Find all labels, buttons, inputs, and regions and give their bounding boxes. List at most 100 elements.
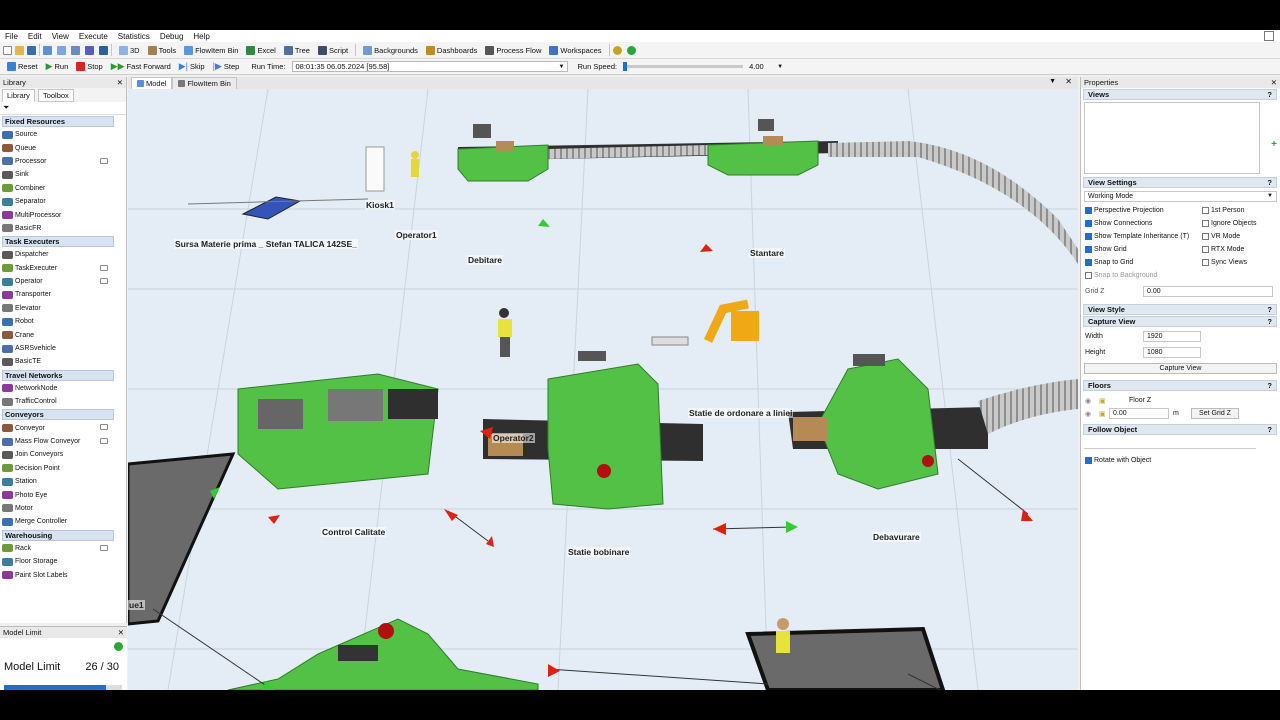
expand-toggle-icon[interactable] bbox=[100, 277, 108, 284]
library-item[interactable]: ASRSvehicle bbox=[0, 342, 126, 355]
run-speed-knob[interactable] bbox=[623, 62, 628, 71]
floors-section[interactable]: Floors? bbox=[1083, 380, 1277, 391]
view-option-row[interactable]: VR Mode bbox=[1198, 230, 1275, 243]
machine-stantare[interactable] bbox=[707, 119, 819, 176]
width-input[interactable]: 1920 bbox=[1143, 331, 1201, 342]
menu-debug[interactable]: Debug bbox=[155, 32, 189, 41]
roller-conveyor-2[interactable] bbox=[978, 379, 1078, 434]
library-item[interactable]: TrafficControl bbox=[0, 395, 126, 408]
library-section-header[interactable]: Travel Networks bbox=[2, 369, 114, 381]
tb-flowitem-bin-button[interactable]: FlowItem Bin bbox=[180, 43, 242, 57]
view-option-checkbox[interactable] bbox=[1085, 207, 1092, 214]
add-view-icon[interactable]: + bbox=[1271, 139, 1277, 150]
view-option-row[interactable]: RTX Mode bbox=[1198, 243, 1275, 256]
library-item[interactable]: Crane bbox=[0, 328, 126, 341]
help-icon[interactable]: ? bbox=[1267, 381, 1272, 390]
fast-forward-button[interactable]: ▶▶ Fast Forward bbox=[107, 60, 175, 74]
help-icon[interactable] bbox=[626, 45, 636, 55]
tab-model[interactable]: Model bbox=[131, 77, 173, 89]
menu-execute[interactable]: Execute bbox=[74, 32, 113, 41]
step-button[interactable]: |▶ Step bbox=[209, 60, 244, 74]
run-speed-slider[interactable] bbox=[623, 62, 744, 71]
tb-script-button[interactable]: Script bbox=[314, 43, 352, 57]
view-style-section[interactable]: View Style? bbox=[1083, 304, 1277, 315]
chevron-down-icon[interactable]: ▼ bbox=[1267, 192, 1273, 201]
floor-z-input[interactable]: 0.00 bbox=[1109, 408, 1169, 419]
library-section-header[interactable]: Warehousing bbox=[2, 529, 114, 541]
library-section-header[interactable]: Conveyors bbox=[2, 409, 114, 421]
menu-help[interactable]: Help bbox=[188, 32, 214, 41]
grid-z-input[interactable]: 0.00 bbox=[1143, 286, 1273, 297]
library-item[interactable]: Combiner bbox=[0, 182, 126, 195]
library-item[interactable]: Transporter bbox=[0, 288, 126, 301]
library-item[interactable]: Sink bbox=[0, 168, 126, 181]
create-object-icon[interactable] bbox=[85, 45, 94, 55]
chevron-down-icon[interactable]: ▼ bbox=[559, 62, 565, 72]
machine-control-calitate[interactable] bbox=[237, 373, 439, 490]
view-option-row[interactable]: 1st Person bbox=[1198, 204, 1275, 217]
rotate-with-object-row[interactable]: Rotate with Object bbox=[1081, 454, 1280, 467]
tb-excel-button[interactable]: Excel bbox=[242, 43, 279, 57]
close-icon[interactable]: ✕ bbox=[1065, 77, 1072, 86]
view-option-checkbox[interactable] bbox=[1202, 259, 1209, 266]
gear-icon[interactable] bbox=[612, 45, 622, 55]
3d-scene[interactable]: Kiosk1 Operator1 Sursa Materie prima _ S… bbox=[128, 89, 1078, 690]
run-time-field[interactable]: 08:01:35 06.05.2024 [95.58] ▼ bbox=[291, 61, 568, 72]
lock-icon[interactable]: ▣ bbox=[1099, 410, 1109, 418]
view-option-checkbox[interactable] bbox=[1085, 246, 1092, 253]
expand-toggle-icon[interactable] bbox=[100, 264, 108, 271]
library-item[interactable]: Rack bbox=[0, 542, 126, 555]
view-option-checkbox[interactable] bbox=[1202, 233, 1209, 240]
library-item[interactable]: MultiProcessor bbox=[0, 208, 126, 221]
view-option-row[interactable]: Ignore Objects bbox=[1198, 217, 1275, 230]
link-mode-icon[interactable] bbox=[71, 45, 80, 55]
library-item[interactable]: Join Conveyors bbox=[0, 448, 126, 461]
tb-3d-button[interactable]: 3D bbox=[115, 43, 144, 57]
capture-view-section[interactable]: Capture View? bbox=[1083, 316, 1277, 327]
view-option-checkbox[interactable] bbox=[1202, 207, 1209, 214]
speed-dropdown-icon[interactable]: ▼ bbox=[777, 64, 783, 70]
reset-button[interactable]: Reset bbox=[3, 60, 42, 74]
library-item[interactable]: Separator bbox=[0, 195, 126, 208]
machine-statie-bobinare[interactable] bbox=[547, 351, 664, 510]
skip-button[interactable]: ▶| Skip bbox=[175, 60, 209, 74]
edit-selected-icon[interactable] bbox=[99, 45, 108, 55]
library-item[interactable]: BasicFR bbox=[0, 222, 126, 235]
library-item[interactable]: Floor Storage bbox=[0, 555, 126, 568]
machine-debitare[interactable] bbox=[457, 124, 549, 182]
kiosk-object[interactable] bbox=[365, 146, 385, 192]
tabs-dropdown-icon[interactable]: ▼ bbox=[1049, 78, 1056, 85]
view-option-row[interactable]: Perspective Projection bbox=[1081, 204, 1198, 217]
tab-toolbox[interactable]: Toolbox bbox=[37, 88, 74, 102]
robot-arm[interactable] bbox=[651, 299, 759, 346]
library-item[interactable]: Merge Controller bbox=[0, 515, 126, 528]
operator2-object[interactable] bbox=[499, 308, 509, 318]
view-settings-section[interactable]: View Settings? bbox=[1083, 177, 1277, 188]
view-option-row[interactable]: Show Template Inheritance (T) bbox=[1081, 230, 1198, 243]
library-item[interactable]: Dispatcher bbox=[0, 248, 126, 261]
queue-object-left[interactable] bbox=[128, 452, 236, 626]
expand-toggle-icon[interactable] bbox=[100, 424, 108, 431]
tab-flowitem-bin[interactable]: FlowItem Bin bbox=[172, 77, 237, 89]
height-input[interactable]: 1080 bbox=[1143, 347, 1201, 358]
machine-bottom[interactable] bbox=[227, 618, 539, 690]
expand-toggle-icon[interactable] bbox=[100, 437, 108, 444]
view-option-checkbox[interactable] bbox=[1085, 220, 1092, 227]
floor-row[interactable]: ◉ ▣ Floor Z bbox=[1081, 394, 1280, 407]
library-item[interactable]: Decision Point bbox=[0, 462, 126, 475]
library-item[interactable]: Station bbox=[0, 475, 126, 488]
snap-background-row[interactable]: Snap to Background bbox=[1081, 269, 1280, 282]
help-icon[interactable]: ? bbox=[1267, 90, 1272, 99]
help-icon[interactable]: ? bbox=[1267, 305, 1272, 314]
tab-library[interactable]: Library bbox=[2, 88, 35, 102]
menu-view[interactable]: View bbox=[47, 32, 74, 41]
eye-icon[interactable]: ◉ bbox=[1085, 410, 1099, 418]
open-folder-icon[interactable] bbox=[15, 45, 24, 55]
machine-debavurare[interactable] bbox=[793, 354, 939, 490]
library-item[interactable]: Photo Eye bbox=[0, 488, 126, 501]
capture-view-button[interactable]: Capture View bbox=[1084, 363, 1277, 374]
library-item[interactable]: Source bbox=[0, 128, 126, 141]
set-grid-z-button[interactable]: Set Grid Z bbox=[1191, 408, 1239, 419]
library-item[interactable]: Paint Slot Labels bbox=[0, 568, 126, 581]
help-icon[interactable]: ? bbox=[1267, 317, 1272, 326]
